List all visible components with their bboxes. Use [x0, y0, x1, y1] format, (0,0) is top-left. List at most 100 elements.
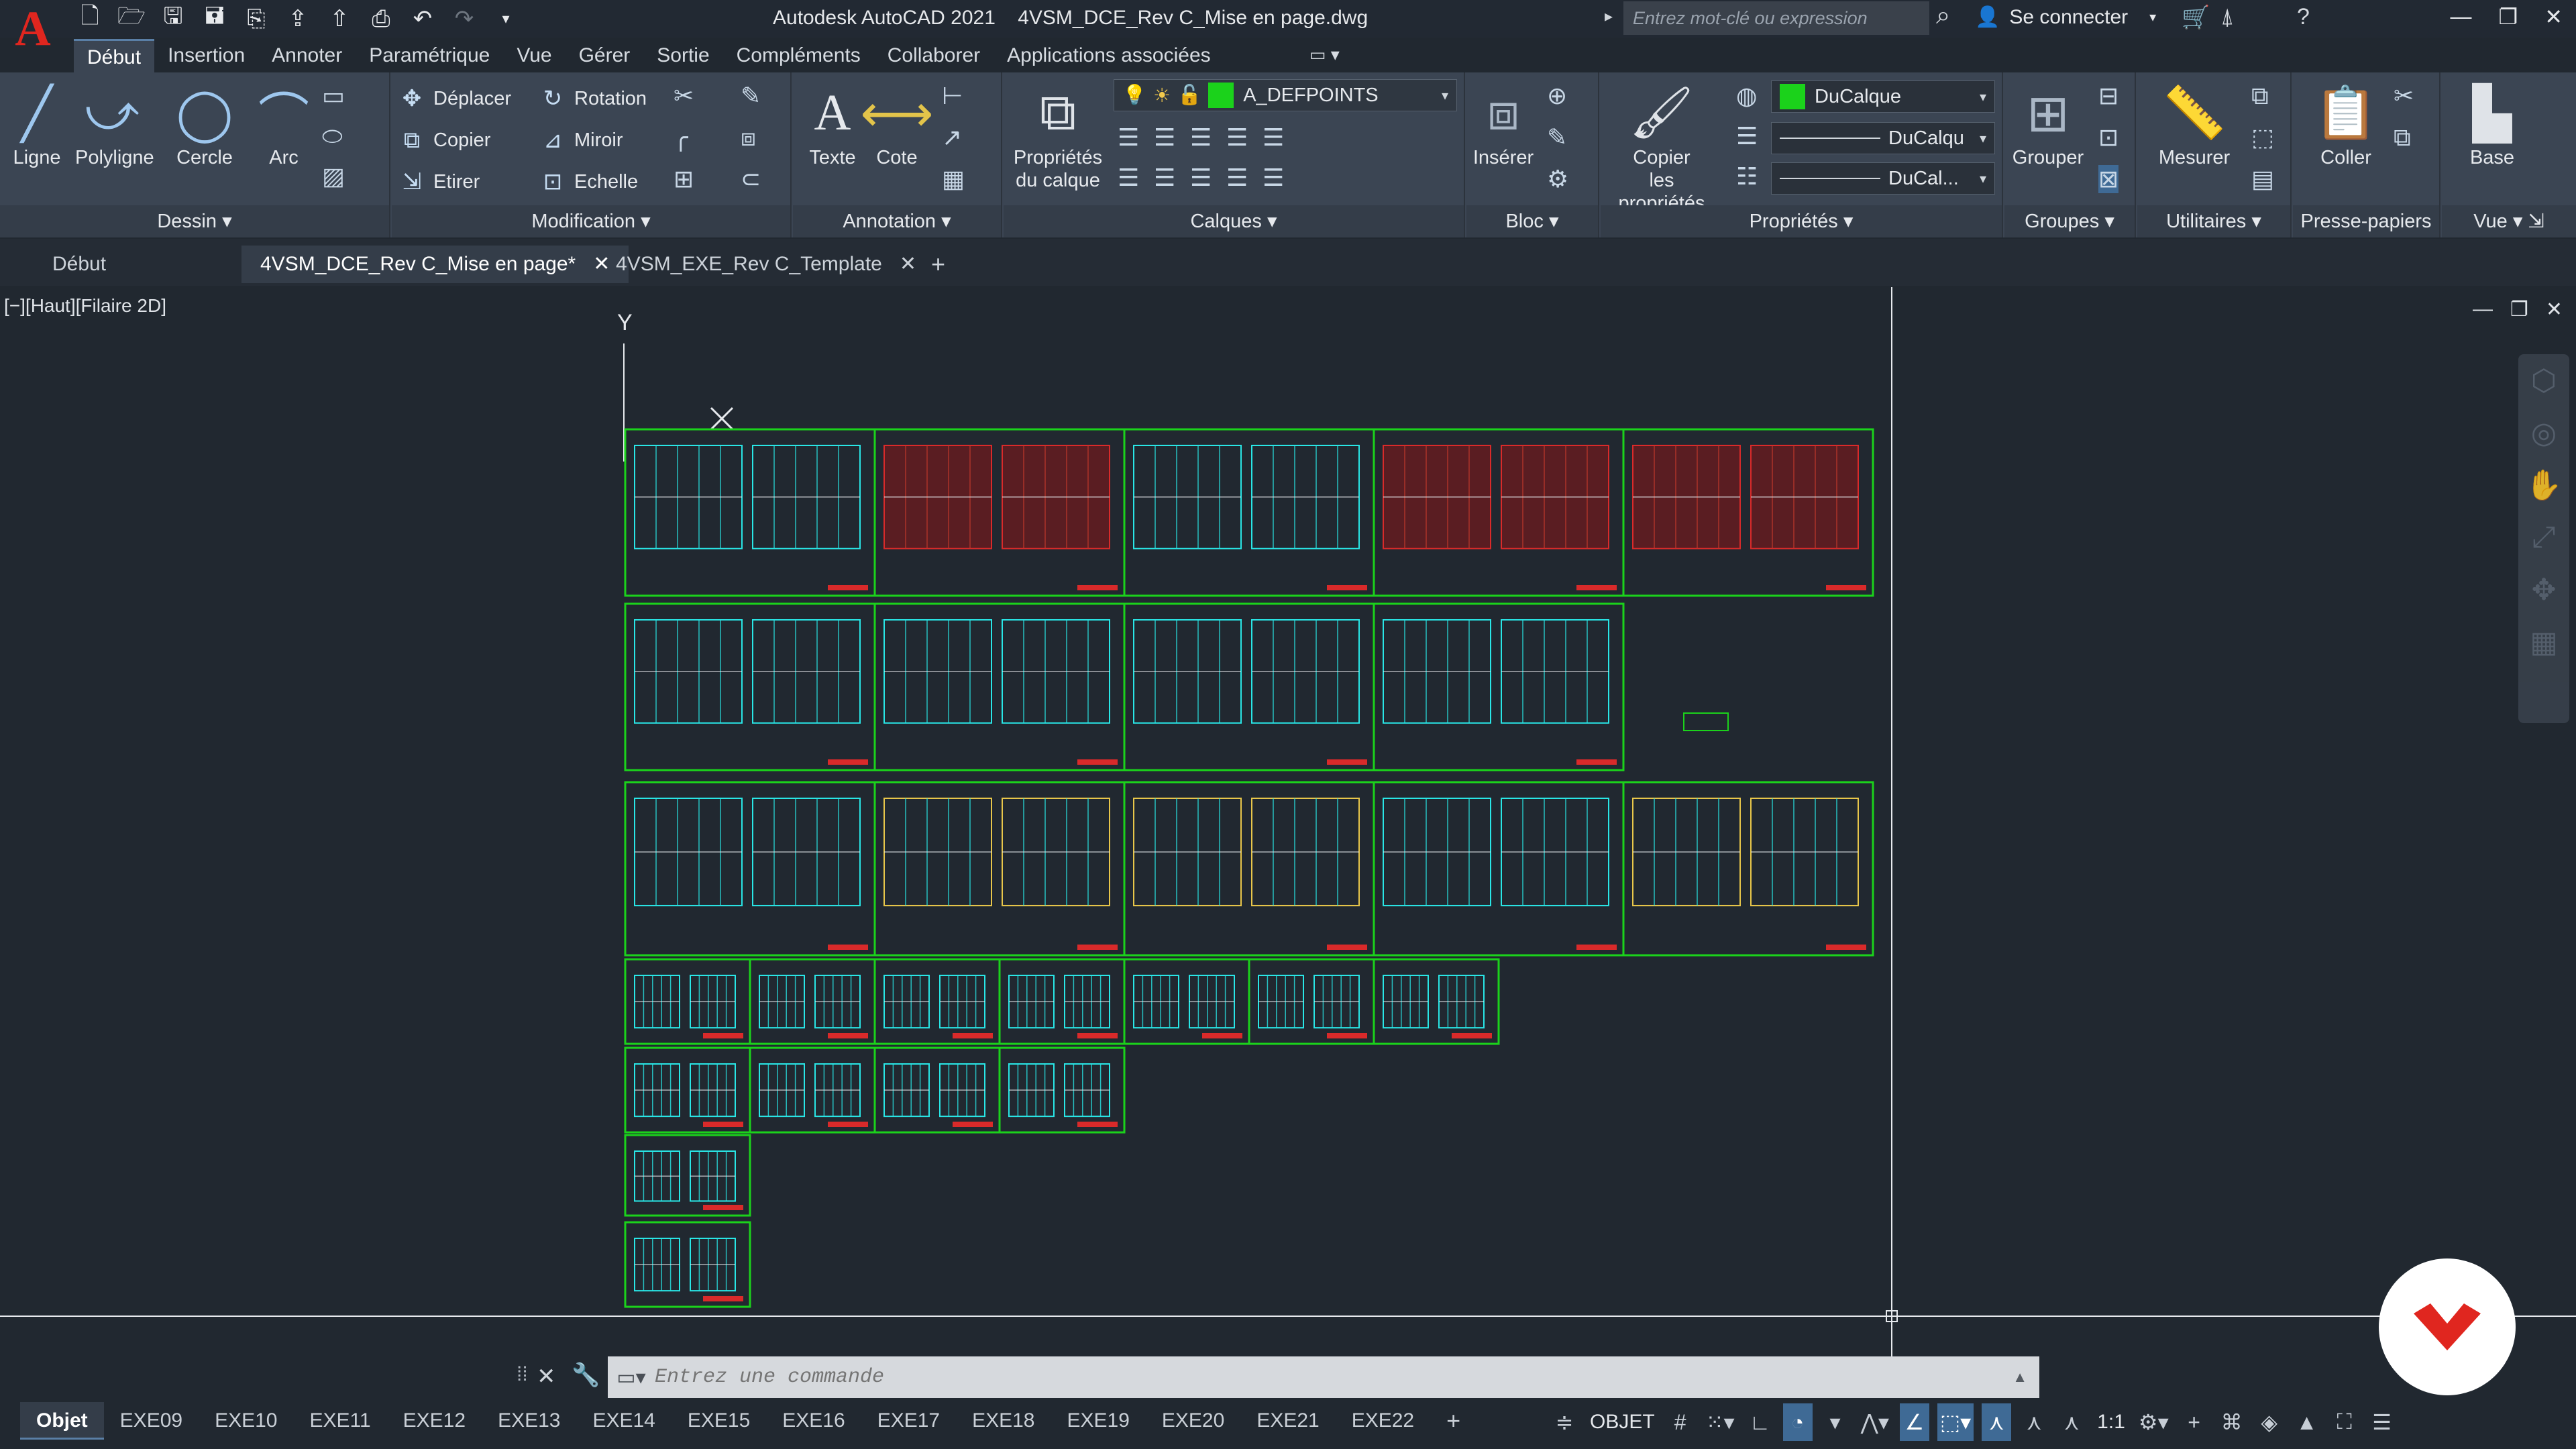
cart-icon[interactable]: 🛒: [2182, 4, 2210, 31]
isolate-objects-icon[interactable]: ◈: [2255, 1403, 2284, 1441]
clean-screen-icon[interactable]: ⛶: [2330, 1403, 2359, 1441]
tool-cote[interactable]: ⟷ Cote: [860, 79, 934, 169]
drawing-viewport[interactable]: Y [−][Haut][Filaire 2D] — ❐ ✕ ⬡ ◎ ✋ ⤢ ✥ …: [0, 287, 2576, 1375]
ribbon-tab-insertion[interactable]: Insertion: [154, 39, 258, 72]
ribbon-tab-collaborer[interactable]: Collaborer: [874, 39, 994, 72]
layout-tab[interactable]: EXE19: [1051, 1402, 1146, 1440]
new-file-icon[interactable]: 🗋: [74, 3, 106, 34]
command-close-icon[interactable]: ✕: [537, 1363, 556, 1390]
layer-tool-icon[interactable]: ☰: [1190, 123, 1212, 152]
autodesk-a360-icon[interactable]: ⍋: [2220, 4, 2234, 30]
rectangle-icon[interactable]: ▭: [322, 82, 345, 110]
new-tab-button[interactable]: +: [912, 246, 964, 283]
pan-icon[interactable]: ✋: [2518, 459, 2569, 511]
layer-tool-icon[interactable]: ☰: [1263, 164, 1284, 192]
plus-icon[interactable]: +: [2180, 1403, 2209, 1441]
erase-icon[interactable]: ✎: [741, 82, 761, 110]
layer-tool-icon[interactable]: ☰: [1154, 123, 1175, 152]
panel-title-dessin[interactable]: Dessin ▾: [0, 205, 389, 237]
calculator-icon[interactable]: ▤: [2251, 165, 2274, 193]
create-block-icon[interactable]: ⊕: [1547, 82, 1567, 110]
trim-icon[interactable]: ✂: [674, 82, 694, 110]
layout-tab[interactable]: EXE13: [482, 1402, 576, 1440]
layer-tool-icon[interactable]: ☰: [1118, 164, 1139, 192]
panel-title-bloc[interactable]: Bloc ▾: [1466, 205, 1598, 237]
share-icon[interactable]: ⇧: [323, 4, 356, 34]
layout-tab[interactable]: EXE21: [1240, 1402, 1335, 1440]
print-icon[interactable]: ⎙: [365, 4, 397, 34]
ortho-icon[interactable]: ∟: [1746, 1403, 1775, 1441]
panel-title-annotation[interactable]: Annotation ▾: [793, 205, 1001, 237]
tool-ligne[interactable]: ╱ Ligne: [0, 79, 74, 169]
close-icon[interactable]: ✕: [2544, 4, 2563, 30]
annotation-scale-value[interactable]: 1:1: [2094, 1403, 2128, 1441]
tool-polyligne[interactable]: ⤻ Polyligne: [75, 79, 154, 169]
ribbon-tab-vue[interactable]: Vue: [503, 39, 565, 72]
block-attributes-icon[interactable]: ⚙: [1547, 165, 1568, 193]
publish-icon[interactable]: ⎘: [240, 4, 272, 34]
leader-icon[interactable]: ↗: [942, 123, 962, 152]
array-icon[interactable]: ⊞: [674, 165, 694, 193]
layout-tab[interactable]: EXE10: [199, 1402, 293, 1440]
help-icon[interactable]: ?: [2297, 4, 2310, 30]
object-snap-tracking-icon[interactable]: ∠: [1899, 1403, 1929, 1441]
fillet-icon[interactable]: ╭: [674, 123, 688, 152]
ungroup-icon[interactable]: ⊟: [2098, 82, 2118, 110]
workspace-icon[interactable]: ⌘: [2217, 1403, 2247, 1441]
linetype-dropdown[interactable]: DuCalqu ▾: [1771, 122, 1995, 154]
linear-dimension-icon[interactable]: ⊢: [942, 82, 963, 110]
isodraft-icon[interactable]: ⋀▾: [1858, 1403, 1892, 1441]
panel-title-calques[interactable]: Calques ▾: [1004, 205, 1464, 237]
layout-tab[interactable]: EXE18: [956, 1402, 1051, 1440]
annotation-visibility-icon[interactable]: ⋏: [1982, 1403, 2012, 1441]
annotation-scale-icon[interactable]: ⋏: [2057, 1403, 2086, 1441]
tool-inserer[interactable]: ⧈ Insérer: [1466, 79, 1540, 169]
autocad-logo[interactable]: A: [9, 3, 56, 55]
object-snap-icon[interactable]: ⬚▾: [1937, 1403, 1974, 1441]
search-input[interactable]: Entrez mot-clé ou expression: [1623, 1, 1929, 35]
table-icon[interactable]: ▦: [942, 165, 965, 193]
tool-etirer[interactable]: ⇲ Etirer: [398, 165, 480, 199]
panel-title-utilitaires[interactable]: Utilitaires ▾: [2137, 205, 2290, 237]
ribbon-tab-annoter[interactable]: Annoter: [258, 39, 356, 72]
layer-tool-icon[interactable]: ☰: [1226, 123, 1248, 152]
viewport-controls-label[interactable]: [−][Haut][Filaire 2D]: [4, 295, 166, 317]
layout-tab[interactable]: EXE20: [1146, 1402, 1240, 1440]
steering-wheel-icon[interactable]: ◎: [2518, 407, 2569, 459]
ellipse-icon[interactable]: ⬭: [322, 122, 343, 151]
ribbon-tab-gerer[interactable]: Gérer: [566, 39, 644, 72]
panel-title-groupes[interactable]: Groupes ▾: [2004, 205, 2135, 237]
command-expand-icon[interactable]: ▲: [2012, 1368, 2027, 1386]
wrench-icon[interactable]: 🔧: [572, 1362, 600, 1389]
orbit-icon[interactable]: ✥: [2518, 564, 2569, 616]
tool-arc[interactable]: ⌒ Arc: [247, 79, 321, 169]
layout-tab[interactable]: EXE16: [766, 1402, 861, 1440]
tool-grouper[interactable]: ⊞ Grouper: [2004, 79, 2092, 169]
ribbon-display-toggle-icon[interactable]: ▭ ▾: [1309, 44, 1340, 65]
layer-tool-icon[interactable]: ☰: [1263, 123, 1284, 152]
status-menu-icon[interactable]: ≑: [1550, 1403, 1579, 1441]
ribbon-tab-debut[interactable]: Début: [74, 39, 155, 72]
tool-echelle[interactable]: ⊡ Echelle: [539, 165, 638, 199]
tool-texte[interactable]: A Texte: [796, 79, 869, 169]
explode-icon[interactable]: ⧈: [741, 123, 756, 152]
polar-tracking-icon[interactable]: ◔: [1782, 1403, 1813, 1441]
color-dropdown[interactable]: DuCalque ▾: [1771, 80, 1995, 113]
undo-icon[interactable]: ↶: [407, 4, 439, 34]
export-icon[interactable]: ⇪: [282, 4, 314, 34]
restore-icon[interactable]: ❐: [2499, 4, 2518, 30]
panel-title-modification[interactable]: Modification ▾: [392, 205, 790, 237]
hatch-icon[interactable]: ▨: [322, 162, 345, 191]
zoom-icon[interactable]: ⤢: [2518, 511, 2569, 564]
drag-handle-icon[interactable]: ⁞⁞: [517, 1363, 528, 1386]
signin-button[interactable]: 👤 Se connecter ▾: [1975, 5, 2156, 29]
layout-tab[interactable]: EXE17: [861, 1402, 956, 1440]
layout-tab[interactable]: EXE15: [672, 1402, 766, 1440]
tool-mesurer[interactable]: 📏 Mesurer: [2144, 79, 2245, 169]
add-layout-icon[interactable]: +: [1430, 1402, 1477, 1440]
quick-select-icon[interactable]: ⧉: [2251, 82, 2269, 111]
panel-title-proprietes[interactable]: Propriétés ▾: [1601, 205, 2002, 237]
tool-deplacer[interactable]: ✥ Déplacer: [398, 82, 511, 115]
snap-icon[interactable]: ⁙▾: [1703, 1403, 1737, 1441]
group-edit-icon[interactable]: ⊡: [2098, 123, 2118, 152]
